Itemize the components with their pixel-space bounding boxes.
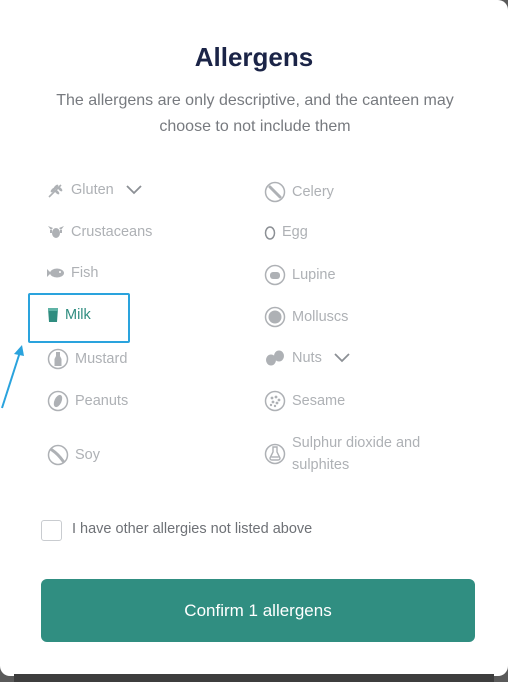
allergen-nuts[interactable]: Nuts <box>264 349 350 367</box>
allergen-crustaceans[interactable]: Crustaceans <box>47 224 152 240</box>
mollusc-icon <box>264 306 286 328</box>
chevron-down-icon[interactable] <box>126 185 142 195</box>
allergen-gluten[interactable]: Gluten <box>47 182 142 198</box>
allergen-label: Mustard <box>75 351 128 367</box>
modal-subtitle: The allergens are only descriptive, and … <box>56 92 454 135</box>
lupine-icon <box>264 264 286 286</box>
allergen-label: Sulphur dioxide and sulphites <box>292 435 421 473</box>
allergen-mustard[interactable]: Mustard <box>47 348 127 370</box>
allergen-celery[interactable]: Celery <box>264 181 334 203</box>
allergen-label: Peanuts <box>75 393 129 409</box>
wheat-icon <box>47 182 65 198</box>
allergen-lupine[interactable]: Lupine <box>264 264 336 286</box>
allergen-sesame[interactable]: Sesame <box>264 390 345 412</box>
allergen-label: Crustaceans <box>71 224 153 240</box>
allergen-label: Molluscs <box>292 309 349 325</box>
allergen-fish[interactable]: Fish <box>47 265 98 281</box>
egg-icon <box>264 224 276 240</box>
pointer-arrow-icon <box>1 345 24 409</box>
allergen-molluscs[interactable]: Molluscs <box>264 306 348 328</box>
chevron-down-icon[interactable] <box>334 353 350 363</box>
peanut-icon <box>47 390 69 412</box>
allergen-label: Lupine <box>292 267 336 283</box>
mustard-icon <box>47 348 69 370</box>
soy-icon <box>47 444 69 466</box>
allergen-label: Soy <box>75 447 100 463</box>
allergen-label: Celery <box>292 184 334 200</box>
allergen-label: Sesame <box>292 393 346 409</box>
allergen-soy[interactable]: Soy <box>47 444 100 466</box>
allergen-egg[interactable]: Egg <box>264 224 308 240</box>
crustacean-icon <box>47 224 65 240</box>
modal-title: Allergens <box>194 42 314 72</box>
background-strip <box>14 674 494 682</box>
other-allergies-checkbox[interactable] <box>41 520 62 541</box>
allergen-label: Nuts <box>292 350 322 366</box>
fish-icon <box>47 266 65 280</box>
other-allergies-label[interactable]: I have other allergies not listed above <box>72 521 312 537</box>
confirm-allergens-button[interactable]: Confirm 1 allergens <box>41 579 475 642</box>
allergen-label: Gluten <box>71 182 114 198</box>
nut-icon <box>264 349 286 367</box>
allergen-peanuts[interactable]: Peanuts <box>47 390 128 412</box>
celery-icon <box>264 181 286 203</box>
allergen-label: Fish <box>71 265 99 281</box>
allergen-sulphites[interactable]: Sulphur dioxide and sulphites <box>264 432 420 476</box>
sulphite-icon <box>264 443 286 465</box>
allergen-label: Egg <box>282 224 308 240</box>
allergens-modal: Allergens The allergens are only descrip… <box>0 0 508 676</box>
sesame-icon <box>264 390 286 412</box>
milk-highlight-box <box>28 293 130 343</box>
